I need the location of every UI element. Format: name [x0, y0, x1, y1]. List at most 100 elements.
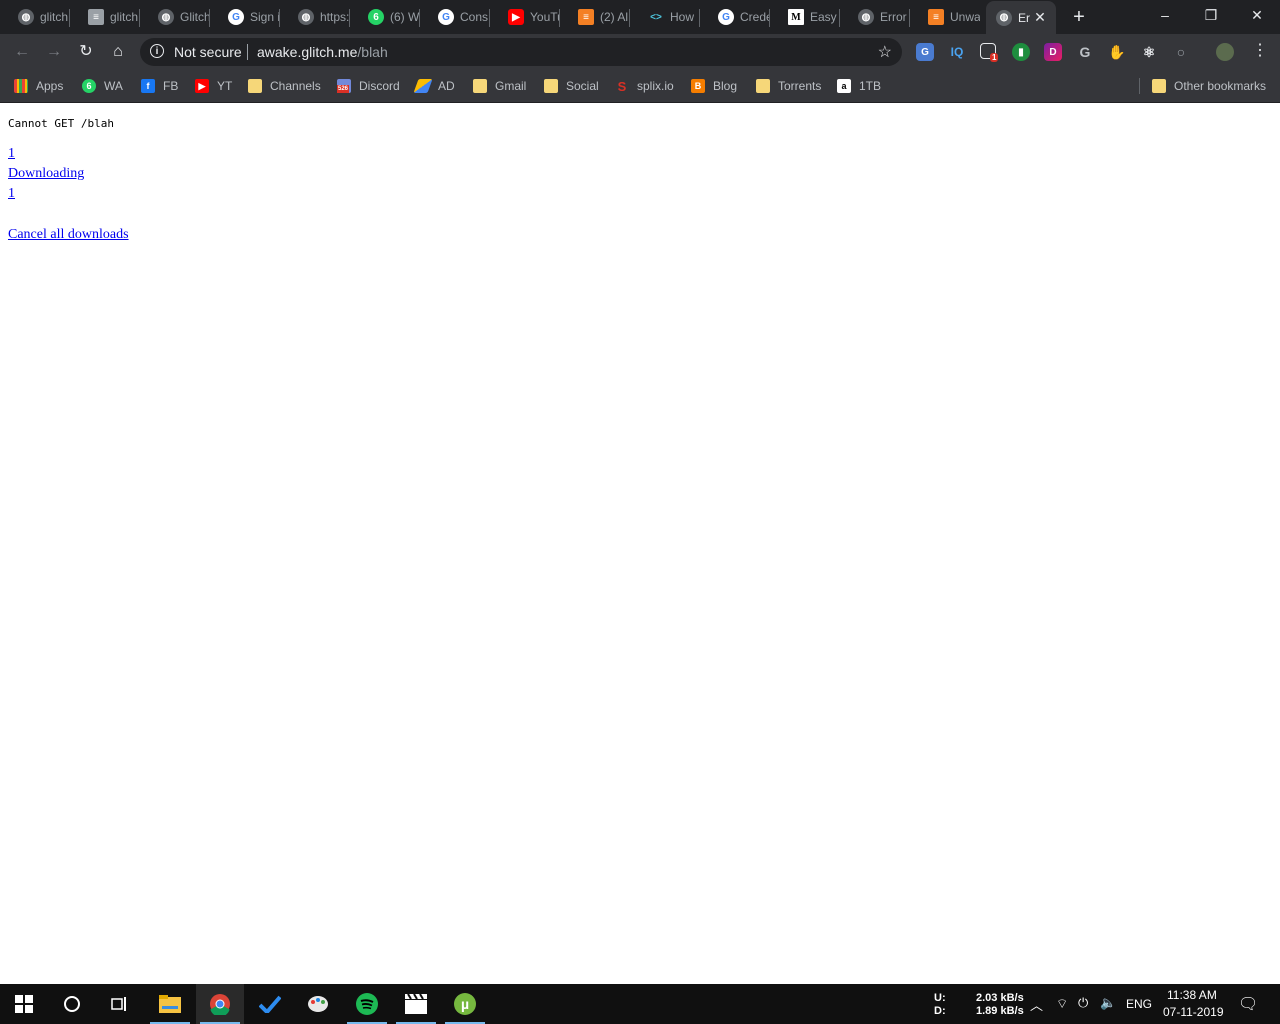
grammarly-icon[interactable]: G [1076, 43, 1094, 61]
security-label[interactable]: Not secure [174, 44, 242, 60]
tab[interactable]: G Sign i [218, 1, 280, 33]
tab[interactable]: G Cons [428, 1, 490, 33]
tab[interactable]: ◍ Error [848, 1, 910, 33]
start-button[interactable] [0, 984, 48, 1024]
info-icon[interactable]: i [150, 44, 164, 58]
ext-green-icon[interactable]: ▮ [1012, 43, 1030, 61]
react-icon[interactable]: ⚛ [1140, 43, 1158, 61]
downloading-link[interactable]: Downloading [8, 166, 84, 182]
volume-icon[interactable]: 🔈 [1100, 995, 1116, 1011]
search-button[interactable] [48, 984, 96, 1024]
tab[interactable]: ≡ glitch [78, 1, 140, 33]
clock-time[interactable]: 11:38 AM [1167, 988, 1217, 1002]
language-indicator[interactable]: ENG [1126, 997, 1152, 1011]
bookmark-ad[interactable]: AD [413, 76, 455, 96]
code-icon: <> [650, 11, 662, 23]
bookmark-gmail[interactable]: Gmail [473, 76, 526, 96]
file-explorer-button[interactable] [146, 984, 194, 1024]
folder-icon [248, 79, 262, 93]
globe-icon: ◍ [18, 9, 34, 25]
whatsapp-icon: 6 [82, 79, 96, 93]
new-tab-button[interactable]: + [1068, 6, 1090, 28]
forward-button[interactable]: → [42, 40, 66, 64]
tab[interactable]: M Easy [778, 1, 840, 33]
bookmark-star-icon[interactable]: ☆ [878, 42, 892, 62]
notification-icon[interactable]: 🗨 [1238, 994, 1258, 1014]
cancel-downloads-link[interactable]: Cancel all downloads [8, 227, 129, 243]
reload-button[interactable]: ↻ [74, 40, 98, 64]
bookmark-torrents[interactable]: Torrents [756, 76, 821, 96]
minimize-button[interactable]: – [1142, 0, 1188, 30]
paint-button[interactable] [294, 984, 342, 1024]
clock-date[interactable]: 07-11-2019 [1163, 1005, 1224, 1019]
link-1[interactable]: 1 [8, 146, 15, 162]
tab[interactable]: ◍ glitch [8, 1, 70, 33]
tab[interactable]: ≡ (2) Al [568, 1, 630, 33]
folder-icon [473, 79, 487, 93]
gnome-icon[interactable]: ✋ [1108, 43, 1126, 61]
task-view-icon [111, 997, 126, 1011]
tab[interactable]: G Crede [708, 1, 770, 33]
bookmark-fb[interactable]: f FB [141, 76, 178, 96]
tab-strip: ◍ glitch ≡ glitch ◍ Glitch G Sign i ◍ ht… [0, 0, 1280, 34]
address-bar[interactable]: i Not secure awake.glitch.me/blah ☆ [140, 38, 902, 66]
globe-icon: ◍ [158, 9, 174, 25]
tab[interactable]: 6 (6) W [358, 1, 420, 33]
tab[interactable]: ≡ Unwa [918, 1, 980, 33]
spotify-icon [356, 993, 378, 1015]
tab[interactable]: ◍ https: [288, 1, 350, 33]
amazon-icon: a [837, 79, 851, 93]
profile-avatar[interactable] [1216, 43, 1234, 61]
upload-speed: 2.03 kB/s [976, 992, 1024, 1004]
screenshot-icon[interactable]: 1 [980, 43, 999, 62]
url-text[interactable]: awake.glitch.me/blah [257, 44, 388, 60]
menu-icon[interactable]: ⋮ [1252, 42, 1268, 60]
bookmark-channels[interactable]: Channels [248, 76, 321, 96]
youtube-icon: ▶ [508, 9, 524, 25]
folder-icon [1152, 79, 1166, 93]
extension-badge: 1 [990, 53, 999, 62]
link-1-second[interactable]: 1 [8, 186, 15, 202]
chevron-up-icon[interactable]: ︿ [1030, 995, 1043, 1014]
bookmark-apps[interactable]: Apps [14, 76, 63, 96]
whatsapp-icon: 6 [368, 9, 384, 25]
chrome-button[interactable] [196, 984, 244, 1024]
restore-button[interactable]: ❐ [1188, 0, 1234, 30]
bookmark-discord[interactable]: 526 Discord [337, 76, 400, 96]
tab[interactable]: ▶ YouTu [498, 1, 560, 33]
error-message: Cannot GET /blah [8, 117, 114, 130]
bookmark-splix[interactable]: S splix.io [615, 76, 674, 96]
utorrent-button[interactable]: µ [441, 984, 489, 1024]
circle-ext-icon[interactable]: ○ [1172, 43, 1190, 61]
bookmark-yt[interactable]: ▶ YT [195, 76, 232, 96]
close-window-button[interactable]: ✕ [1234, 0, 1280, 30]
folder-icon [159, 995, 181, 1013]
facebook-icon: f [141, 79, 155, 93]
tab[interactable]: ◍ Glitch [148, 1, 210, 33]
bookmark-blog[interactable]: B Blog [691, 76, 737, 96]
page-content: Cannot GET /blah 1 Downloading 1 Cancel … [0, 103, 1280, 984]
google-icon: G [718, 9, 734, 25]
ext-d-icon[interactable]: D [1044, 43, 1062, 61]
tab[interactable]: <> How [638, 1, 700, 33]
bookmark-wa[interactable]: 6 WA [82, 76, 123, 96]
spotify-button[interactable] [343, 984, 391, 1024]
windows-icon [15, 995, 33, 1013]
power-icon[interactable]: ⏻ [1078, 995, 1088, 1011]
close-tab-icon[interactable]: ✕ [1032, 9, 1048, 25]
video-editor-button[interactable] [392, 984, 440, 1024]
home-button[interactable]: ⌂ [106, 40, 130, 64]
other-bookmarks[interactable]: Other bookmarks [1152, 76, 1266, 96]
translate-icon[interactable]: G [916, 43, 934, 61]
bookmark-social[interactable]: Social [544, 76, 599, 96]
globe-icon: ◍ [858, 9, 874, 25]
back-button[interactable]: ← [10, 40, 34, 64]
download-speed: 1.89 kB/s [976, 1005, 1024, 1017]
todo-button[interactable] [246, 984, 294, 1024]
task-view-button[interactable] [96, 984, 144, 1024]
checkmark-icon [259, 995, 281, 1013]
bookmark-1tb[interactable]: a 1TB [837, 76, 881, 96]
iq-icon[interactable]: IQ [948, 43, 966, 61]
wifi-icon[interactable]: ⌔ [1056, 996, 1068, 1012]
tab-active[interactable]: ◍ Er ✕ [986, 1, 1056, 34]
